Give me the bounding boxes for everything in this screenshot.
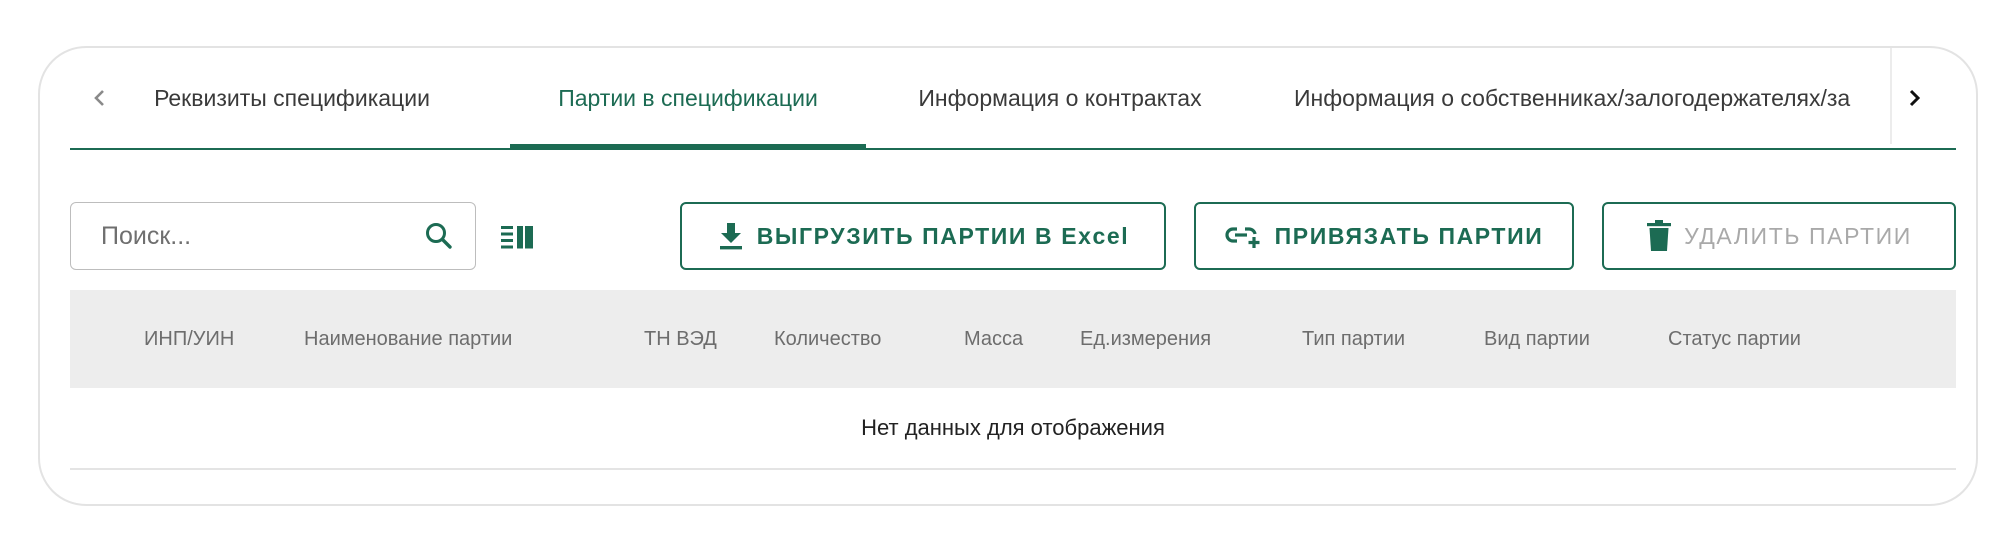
column-header-mass[interactable]: Масса <box>964 290 1023 388</box>
tab-contracts-info[interactable]: Информация о контрактах <box>910 48 1210 148</box>
column-header-lot-kind[interactable]: Вид партии <box>1484 290 1590 388</box>
empty-message: Нет данных для отображения <box>861 415 1165 440</box>
search-field[interactable] <box>70 202 476 270</box>
column-header-tn-ved[interactable]: ТН ВЭД <box>644 290 717 388</box>
trash-icon <box>1647 220 1672 251</box>
column-header-quantity[interactable]: Количество <box>774 290 881 388</box>
column-header-unit[interactable]: Ед.измерения <box>1080 290 1211 388</box>
tab-label: Информация о контрактах <box>918 84 1202 111</box>
search-input[interactable] <box>101 221 423 251</box>
column-header-lot-name[interactable]: Наименование партии <box>304 290 512 388</box>
column-header-inp-uin[interactable]: ИНП/УИН <box>144 290 234 388</box>
tab-label: Реквизиты спецификации <box>154 84 430 111</box>
download-icon <box>719 223 742 250</box>
columns-icon <box>501 226 533 249</box>
tabs-scroll-edge <box>1890 48 1892 144</box>
delete-lots-button[interactable]: УДАЛИТЬ ПАРТИИ <box>1602 202 1956 270</box>
tab-specification-lots[interactable]: Партии в спецификации <box>510 48 866 150</box>
tabs-next-button[interactable] <box>1894 78 1934 118</box>
tab-label: Партии в спецификации <box>558 84 818 111</box>
search-icon[interactable] <box>423 220 455 252</box>
table-header: ИНП/УИН Наименование партии ТН ВЭД Колич… <box>70 290 1956 388</box>
bind-lots-label: ПРИВЯЗАТЬ ПАРТИИ <box>1274 222 1544 249</box>
tab-label: Информация о собственниках/залогодержате… <box>1294 84 1851 111</box>
chevron-right-icon <box>1909 89 1921 107</box>
export-lots-excel-button[interactable]: ВЫГРУЗИТЬ ПАРТИИ В Excel <box>680 202 1166 270</box>
column-header-lot-type[interactable]: Тип партии <box>1302 290 1405 388</box>
tab-owners-info[interactable]: Информация о собственниках/залогодержате… <box>1294 48 1888 148</box>
delete-lots-label: УДАЛИТЬ ПАРТИИ <box>1684 222 1912 249</box>
tab-specification-details[interactable]: Реквизиты спецификации <box>154 48 430 148</box>
column-header-lot-status[interactable]: Статус партии <box>1668 290 1801 388</box>
chevron-left-icon <box>94 90 104 106</box>
bind-lots-button[interactable]: ПРИВЯЗАТЬ ПАРТИИ <box>1194 202 1574 270</box>
export-lots-label: ВЫГРУЗИТЬ ПАРТИИ В Excel <box>756 222 1130 249</box>
specification-card: Реквизиты спецификации Партии в специфик… <box>38 46 1978 506</box>
table-empty-row: Нет данных для отображения <box>70 388 1956 470</box>
tabs-prev-button[interactable] <box>80 78 120 118</box>
tabs-divider <box>70 148 1956 150</box>
columns-settings-button[interactable] <box>498 218 538 258</box>
link-add-icon <box>1225 227 1260 248</box>
